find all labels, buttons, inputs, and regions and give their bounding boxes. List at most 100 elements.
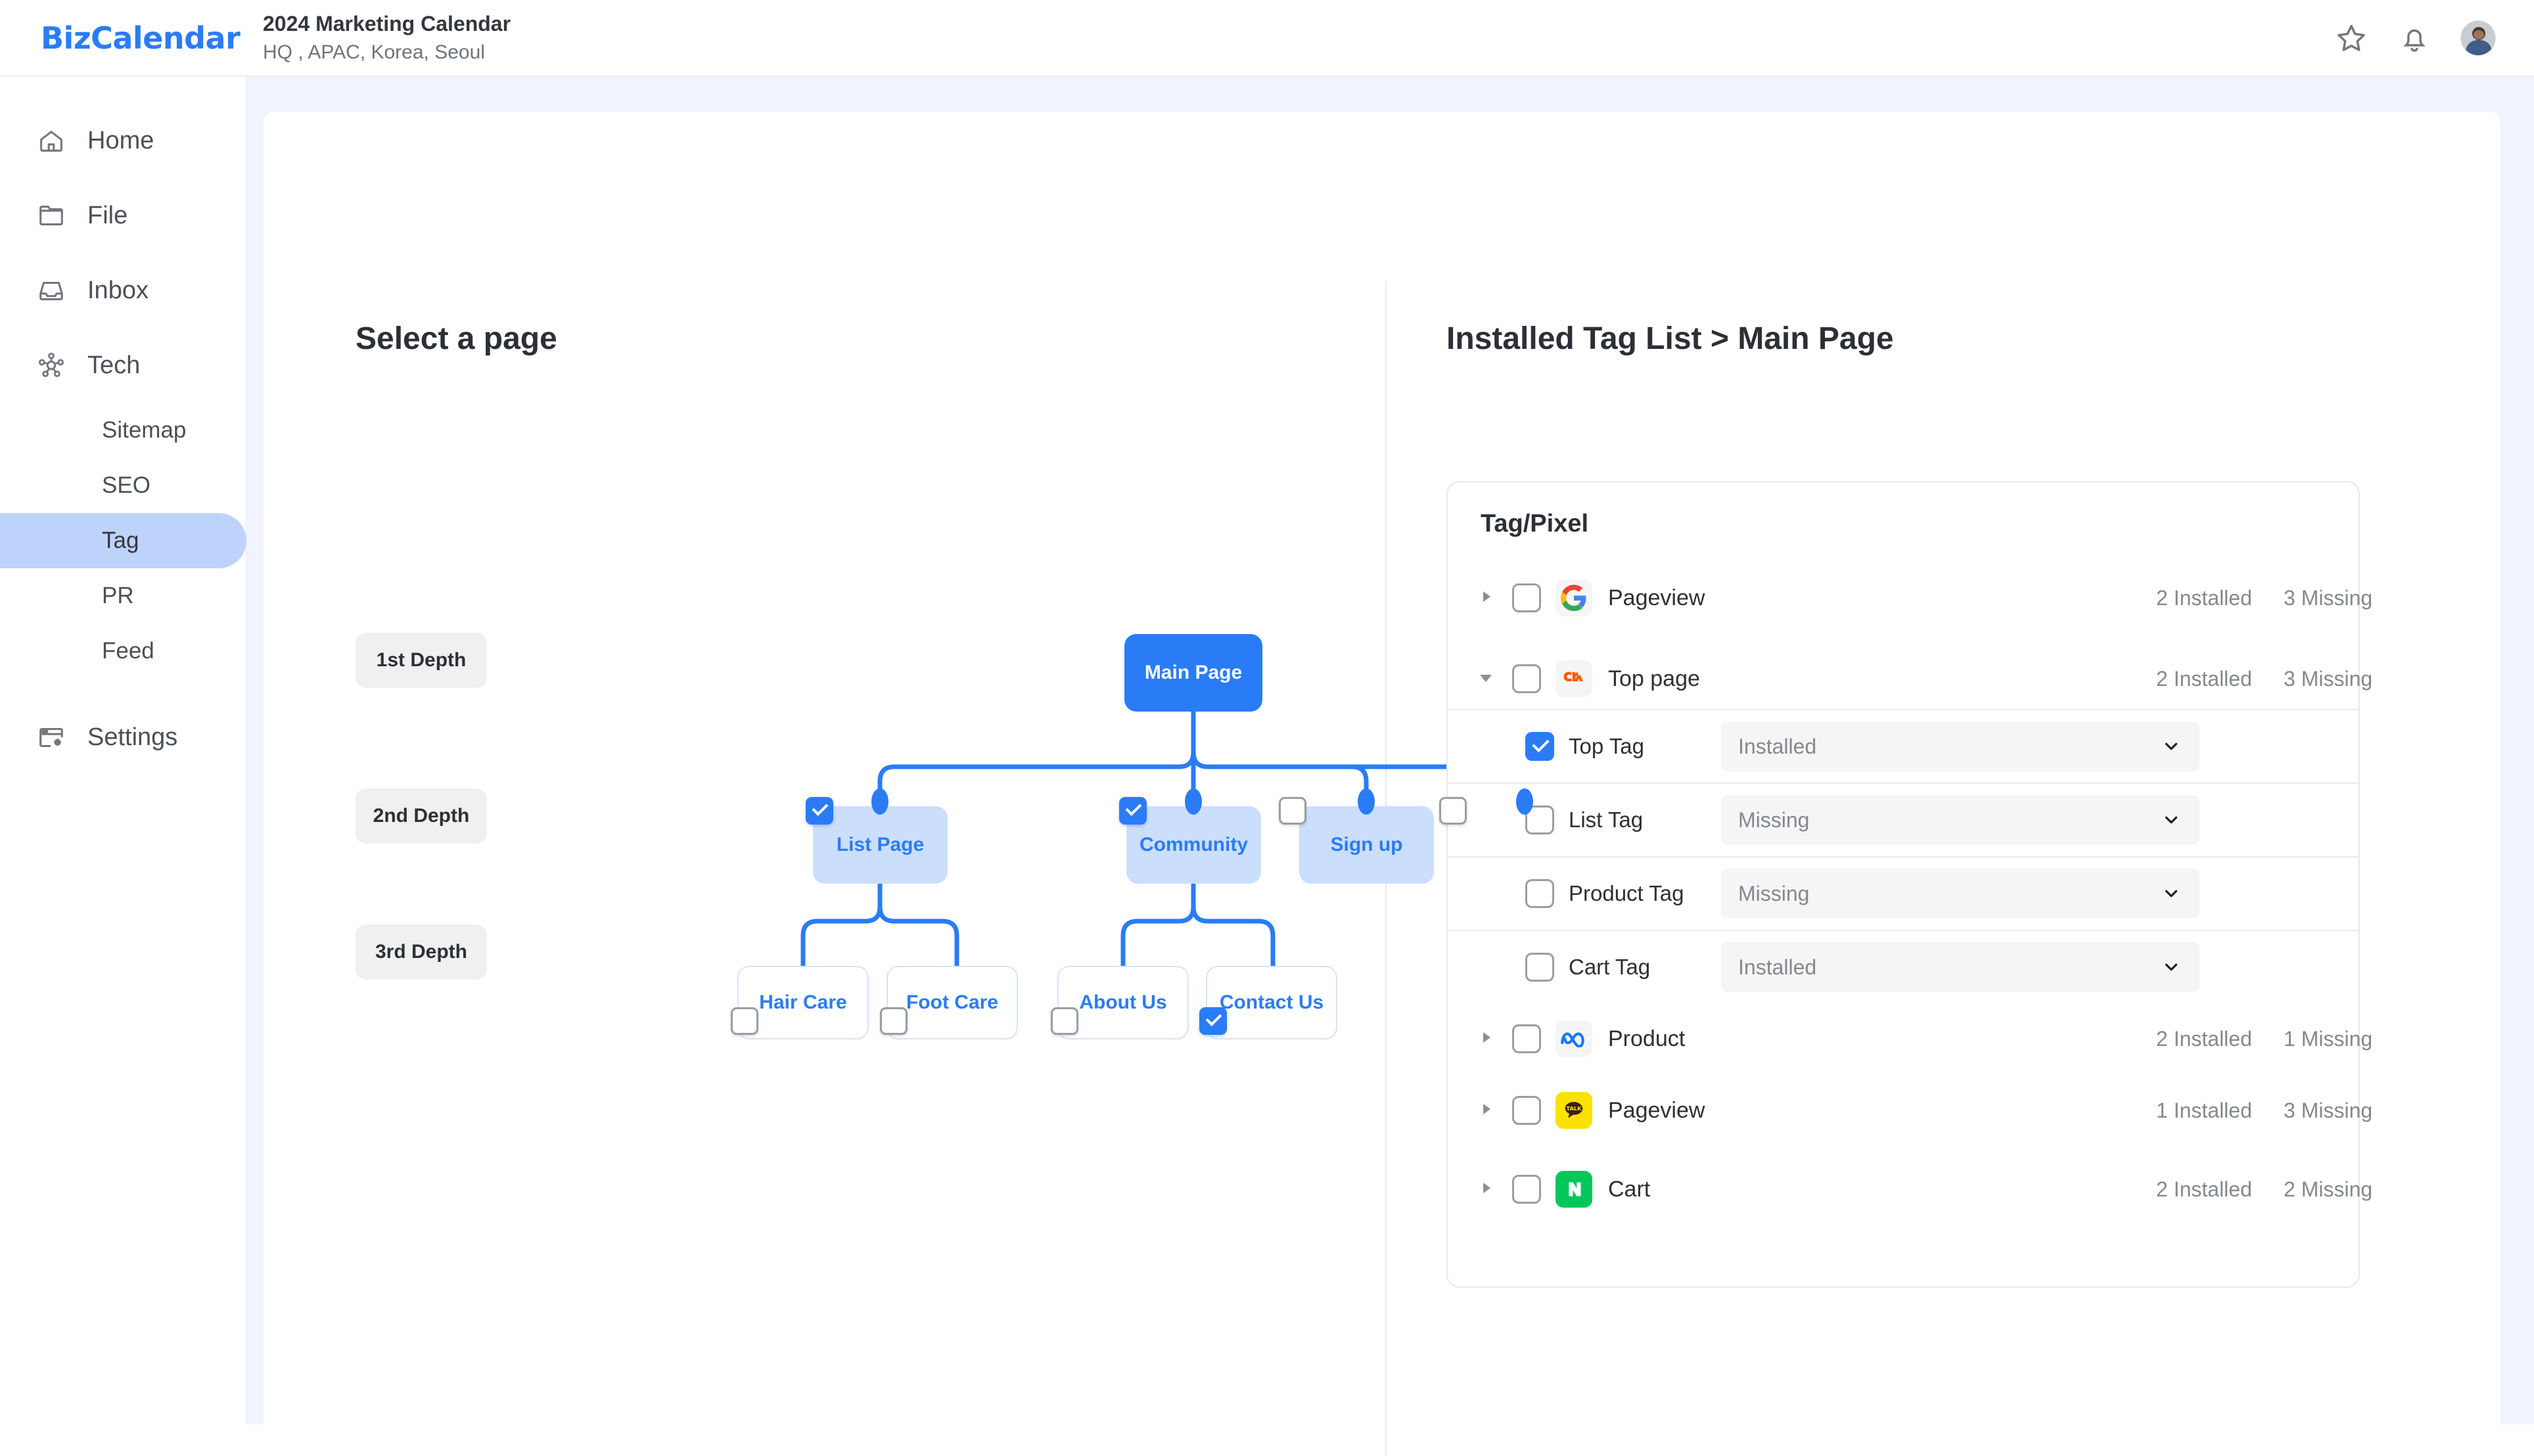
avatar[interactable] [2460, 20, 2496, 56]
depth-label-3: 3rd Depth [356, 924, 487, 980]
tag-pixel-panel: Tag/Pixel Pageview 2 Installed 3 Missing [1446, 481, 2372, 1288]
sidebar-item-inbox[interactable]: Inbox [0, 253, 246, 328]
tag-group-row-meta-product[interactable]: Product 2 Installed 1 Missing [1448, 1003, 2372, 1074]
tag-sub-row-list-tag[interactable]: List Tag Missing [1448, 783, 2359, 856]
tag-group-row-criteo-top-page[interactable]: Top page 2 Installed 3 Missing [1448, 643, 2372, 714]
missing-count: 3 Missing [2284, 666, 2373, 691]
installed-count: 2 Installed [2156, 1026, 2252, 1051]
chevron-right-icon[interactable] [1478, 587, 1500, 609]
node-label: Foot Care [906, 991, 998, 1013]
tag-group-name: Top page [1608, 666, 1700, 691]
sub-tag-name: Product Tag [1569, 881, 1684, 905]
workspace-subtitle: HQ , APAC, Korea, Seoul [263, 41, 485, 63]
browser-gear-icon [36, 722, 66, 752]
naver-logo-icon [1555, 1171, 1592, 1208]
chevron-right-icon[interactable] [1478, 1178, 1500, 1200]
status-select-product-tag[interactable]: Missing [1721, 869, 2200, 919]
connector-dot [1358, 788, 1375, 815]
sidebar-item-settings[interactable]: Settings [0, 700, 246, 775]
missing-count: 1 Missing [2284, 1026, 2373, 1051]
tag-sub-row-top-tag[interactable]: Top Tag Installed [1448, 709, 2359, 783]
node-checkbox-foot-care[interactable] [880, 1007, 908, 1035]
star-icon[interactable] [2334, 21, 2368, 55]
sidebar-item-label: Sitemap [102, 417, 187, 443]
node-checkbox-list-page[interactable] [806, 797, 833, 825]
sidebar-item-sitemap[interactable]: Sitemap [0, 403, 246, 458]
group-checkbox[interactable] [1512, 664, 1541, 693]
content-card: Select a page 1st Depth 2nd Depth 3rd De… [264, 112, 2500, 1456]
node-checkbox-sign-in[interactable] [1439, 797, 1467, 825]
bell-icon[interactable] [2397, 21, 2431, 55]
tag-group-name: Cart [1608, 1176, 1651, 1202]
sidebar-item-label: Tag [102, 528, 139, 553]
folder-icon [36, 200, 66, 231]
chevron-down-icon [2161, 884, 2181, 903]
group-checkbox[interactable] [1512, 1024, 1541, 1053]
node-checkbox-community[interactable] [1119, 797, 1147, 825]
google-logo-icon [1555, 580, 1592, 616]
sidebar-item-label: PR [102, 583, 134, 608]
status-select-cart-tag[interactable]: Installed [1721, 942, 2200, 992]
criteo-logo-icon [1555, 660, 1592, 697]
inbox-icon [36, 275, 66, 306]
sub-checkbox-top-tag[interactable] [1525, 732, 1554, 761]
top-header: BizCalendar 2024 Marketing Calendar HQ ,… [0, 0, 2534, 77]
node-label: Main Page [1144, 662, 1243, 683]
chevron-right-icon[interactable] [1478, 1099, 1500, 1122]
tag-group-name: Pageview [1608, 585, 1705, 610]
sidebar-item-label: Settings [87, 723, 178, 751]
sidebar-item-home[interactable]: Home [0, 103, 246, 178]
node-checkbox-hair-care[interactable] [731, 1007, 758, 1035]
node-label: Sign up [1330, 834, 1403, 855]
sub-checkbox-product-tag[interactable] [1525, 879, 1554, 908]
group-checkbox[interactable] [1512, 1096, 1541, 1125]
meta-logo-icon [1555, 1020, 1592, 1057]
status-select-top-tag[interactable]: Installed [1721, 721, 2200, 771]
installed-count: 1 Installed [2156, 1098, 2252, 1122]
depth-label-2: 2nd Depth [356, 788, 487, 844]
tag-group-row-naver-cart[interactable]: Cart 2 Installed 2 Missing [1448, 1154, 2372, 1225]
sidebar-item-label: SEO [102, 472, 150, 498]
sidebar-item-tech[interactable]: Tech [0, 328, 246, 403]
sitemap-node-sign-up[interactable]: Sign up [1299, 806, 1434, 884]
depth-label-1: 1st Depth [356, 633, 487, 688]
tag-group-name: Product [1608, 1026, 1686, 1051]
chevron-right-icon[interactable] [1478, 1028, 1500, 1050]
connector-dot [1185, 788, 1202, 815]
node-label: Community [1140, 834, 1248, 855]
sidebar-item-file[interactable]: File [0, 178, 246, 253]
status-select-list-tag[interactable]: Missing [1721, 795, 2200, 845]
status-value: Installed [1738, 734, 1817, 758]
tag-group-row-kakaotalk-pageview[interactable]: TALK Pageview 1 Installed 3 Missing [1448, 1075, 2372, 1146]
installed-count: 2 Installed [2156, 666, 2252, 691]
tag-group-row-google-pageview[interactable]: Pageview 2 Installed 3 Missing [1448, 562, 2372, 633]
header-actions [2334, 20, 2534, 56]
sidebar-item-feed[interactable]: Feed [0, 624, 246, 679]
kakaotalk-logo-icon: TALK [1555, 1092, 1592, 1129]
sidebar-item-label: File [87, 201, 128, 229]
hub-network-icon [36, 350, 66, 380]
sidebar-item-pr[interactable]: PR [0, 568, 246, 624]
node-checkbox-contact-us[interactable] [1199, 1007, 1227, 1035]
sidebar-item-tag[interactable]: Tag [0, 513, 246, 568]
workspace-info: 2024 Marketing Calendar HQ , APAC, Korea… [263, 11, 511, 65]
node-checkbox-about-us[interactable] [1051, 1007, 1078, 1035]
main-canvas: Select a page 1st Depth 2nd Depth 3rd De… [246, 77, 2534, 1456]
sidebar-item-seo[interactable]: SEO [0, 458, 246, 513]
sidebar-item-label: Inbox [87, 276, 149, 304]
sitemap-node-main-page[interactable]: Main Page [1124, 634, 1262, 712]
status-value: Missing [1738, 881, 1810, 905]
breadcrumb-title: Installed Tag List > Main Page [1446, 321, 1894, 356]
node-checkbox-sign-up[interactable] [1279, 797, 1306, 825]
tag-sub-row-product-tag[interactable]: Product Tag Missing [1448, 856, 2359, 930]
sub-tag-name: List Tag [1569, 808, 1644, 832]
chevron-down-icon[interactable] [1478, 668, 1500, 690]
group-checkbox[interactable] [1512, 1175, 1541, 1204]
app-logo[interactable]: BizCalendar [0, 20, 246, 56]
workspace-title: 2024 Marketing Calendar [263, 11, 511, 35]
chevron-down-icon [2161, 810, 2181, 830]
chevron-down-icon [2161, 737, 2181, 756]
tag-sub-row-cart-tag[interactable]: Cart Tag Installed [1448, 930, 2359, 1003]
sub-checkbox-cart-tag[interactable] [1525, 953, 1554, 982]
group-checkbox[interactable] [1512, 583, 1541, 612]
